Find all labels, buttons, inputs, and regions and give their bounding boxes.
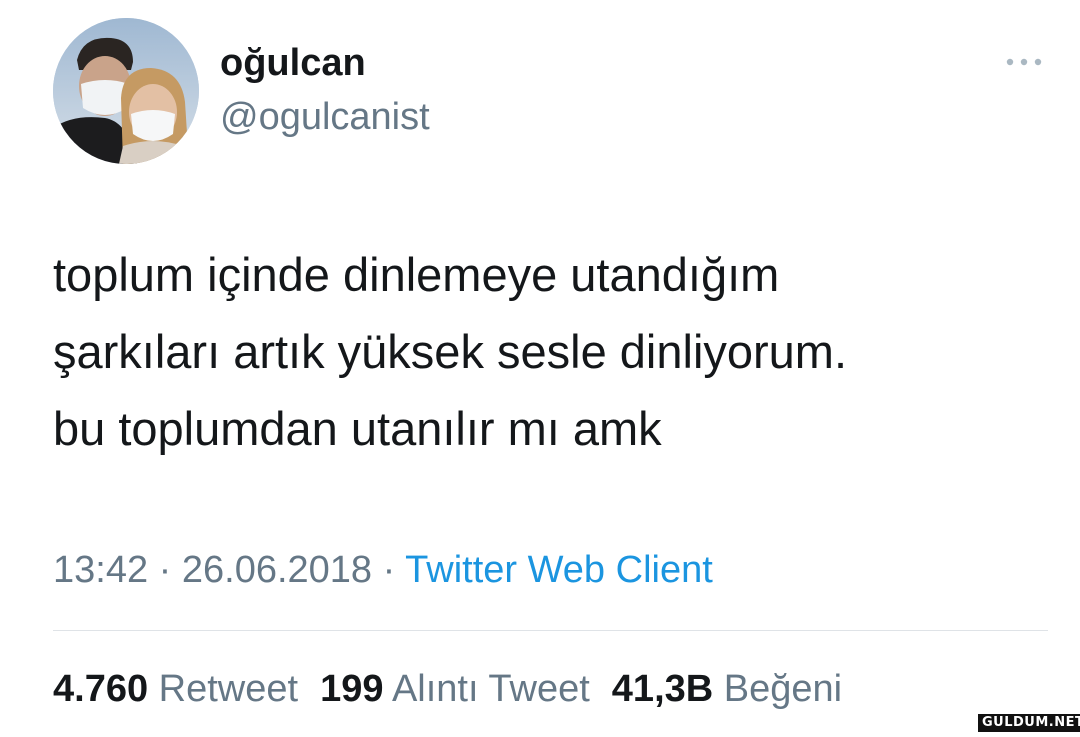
retweet-label: Retweet — [158, 668, 299, 710]
tweet-source-link[interactable]: Twitter Web Client — [405, 549, 713, 591]
quote-tweet-label: Alıntı Tweet — [391, 668, 590, 710]
more-horizontal-icon — [1006, 58, 1042, 66]
retweet-count: 4.760 — [53, 668, 149, 710]
tweet-line: bu toplumdan utanılır mı amk — [53, 402, 662, 455]
watermark: GULDUM.NET — [978, 714, 1080, 732]
tweet-meta: 13:42 · 26.06.2018 · Twitter Web Client — [53, 545, 713, 595]
avatar-photo — [53, 18, 199, 164]
meta-separator: · — [372, 549, 406, 591]
like-stat[interactable]: 41,3B Beğeni — [612, 664, 842, 714]
user-handle[interactable]: @ogulcanist — [220, 92, 430, 142]
retweet-stat[interactable]: 4.760 Retweet — [53, 664, 298, 714]
tweet-date[interactable]: 26.06.2018 — [182, 549, 372, 591]
quote-tweet-stat[interactable]: 199 Alıntı Tweet — [320, 664, 590, 714]
divider — [53, 630, 1048, 631]
meta-separator: · — [148, 549, 182, 591]
tweet-time[interactable]: 13:42 — [53, 549, 148, 591]
like-count: 41,3B — [611, 668, 714, 710]
tweet-line: şarkıları artık yüksek sesle dinliyorum. — [53, 325, 848, 378]
display-name[interactable]: oğulcan — [220, 38, 366, 88]
like-label: Beğeni — [723, 668, 843, 710]
engagement-stats: 4.760 Retweet 199 Alıntı Tweet 41,3B Beğen… — [53, 664, 864, 714]
quote-tweet-count: 199 — [320, 668, 384, 710]
avatar[interactable] — [53, 18, 199, 164]
tweet-line: toplum içinde dinlemeye utandığım — [53, 248, 780, 301]
more-options-button[interactable] — [1000, 50, 1048, 74]
tweet-text: toplum içinde dinlemeye utandığım şarkıl… — [53, 236, 1043, 467]
